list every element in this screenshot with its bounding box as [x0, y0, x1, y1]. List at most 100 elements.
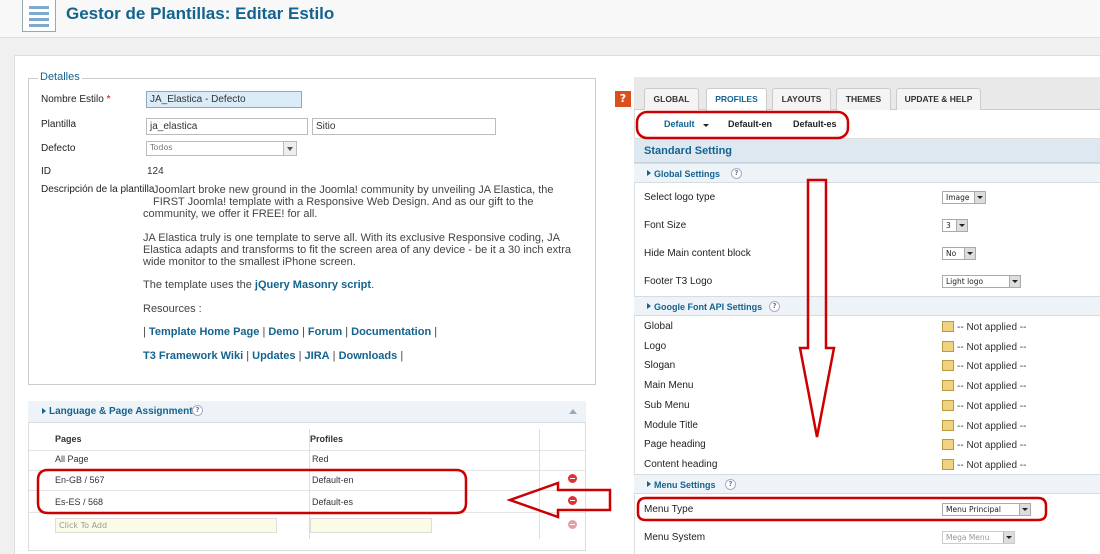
- tab-layouts[interactable]: LAYOUTS: [772, 88, 831, 110]
- chevron-down-icon: [1009, 276, 1020, 287]
- google-font-header[interactable]: Google Font API Settings ?: [634, 296, 1100, 316]
- table-row[interactable]: En-GB / 567 Default-en: [29, 469, 585, 491]
- caret-right-icon: [647, 303, 651, 309]
- edit-icon[interactable]: [942, 400, 954, 411]
- menu-type-select[interactable]: Menu Principal: [942, 503, 1031, 516]
- google-font-label: Content heading: [644, 459, 718, 470]
- google-font-label: Module Title: [644, 420, 698, 431]
- help-icon[interactable]: ?: [192, 405, 203, 416]
- description-p2: JA Elastica truly is one template to ser…: [143, 232, 572, 268]
- chevron-down-icon: [974, 192, 985, 203]
- google-font-value[interactable]: -- Not applied --: [942, 420, 1026, 432]
- standard-setting-header: Standard Setting: [634, 139, 1100, 163]
- google-font-value[interactable]: -- Not applied --: [942, 341, 1026, 353]
- description-label: Descripción de la plantilla: [41, 184, 155, 195]
- google-font-value[interactable]: -- Not applied --: [942, 321, 1026, 333]
- page-header: Gestor de Plantillas: Editar Estilo: [0, 0, 1100, 38]
- template-input[interactable]: ja_elastica: [146, 118, 308, 135]
- tab-global[interactable]: GLOBAL: [644, 88, 699, 110]
- table-row[interactable]: Es-ES / 568 Default-es: [29, 491, 585, 513]
- chevron-down-icon: [701, 120, 712, 131]
- profile-default-en[interactable]: Default-en: [728, 119, 772, 129]
- col-profiles-header: Profiles: [310, 434, 344, 444]
- profile-default-es[interactable]: Default-es: [793, 119, 837, 129]
- edit-icon[interactable]: [942, 321, 954, 332]
- menu-settings-header[interactable]: Menu Settings ?: [634, 474, 1100, 494]
- footer-logo-label: Footer T3 Logo: [644, 276, 713, 287]
- caret-right-icon: [647, 170, 651, 176]
- help-icon[interactable]: ?: [615, 91, 631, 107]
- help-icon[interactable]: ?: [769, 301, 780, 312]
- template-client-input[interactable]: Sitio: [312, 118, 496, 135]
- collapse-icon[interactable]: [569, 409, 577, 414]
- google-font-value[interactable]: -- Not applied --: [942, 380, 1026, 392]
- id-label: ID: [41, 166, 51, 177]
- add-page-input[interactable]: Click To Add: [55, 518, 277, 533]
- delete-icon[interactable]: [568, 474, 577, 483]
- jquery-masonry-link[interactable]: jQuery Masonry script: [255, 279, 371, 291]
- forum-link[interactable]: Forum: [308, 326, 342, 338]
- hide-main-select[interactable]: No: [942, 247, 976, 260]
- help-icon[interactable]: ?: [725, 479, 736, 490]
- edit-icon[interactable]: [942, 459, 954, 470]
- template-manager-icon: [22, 0, 56, 32]
- font-size-label: Font Size: [644, 220, 687, 231]
- tab-profiles[interactable]: PROFILES: [706, 88, 767, 111]
- edit-icon[interactable]: [942, 380, 954, 391]
- chevron-down-icon: [964, 248, 975, 259]
- jira-link[interactable]: JIRA: [305, 350, 330, 362]
- profile-default[interactable]: Default: [664, 119, 695, 129]
- google-font-value[interactable]: -- Not applied --: [942, 439, 1026, 451]
- google-font-label: Sub Menu: [644, 400, 690, 411]
- caret-right-icon: [42, 408, 46, 414]
- help-icon[interactable]: ?: [731, 168, 742, 179]
- google-font-label: Logo: [644, 341, 667, 352]
- footer-logo-select[interactable]: Light logo: [942, 275, 1021, 288]
- chevron-down-icon: [956, 220, 967, 231]
- google-font-label: Slogan: [644, 360, 676, 371]
- logo-type-label: Select logo type: [644, 192, 716, 203]
- default-label: Defecto: [41, 143, 76, 154]
- logo-type-select[interactable]: Image: [942, 191, 986, 204]
- documentation-link[interactable]: Documentation: [351, 326, 431, 338]
- delete-icon[interactable]: [568, 496, 577, 505]
- global-settings-header[interactable]: Global Settings ?: [634, 163, 1100, 183]
- edit-icon[interactable]: [942, 439, 954, 450]
- edit-icon[interactable]: [942, 420, 954, 431]
- google-font-label: Main Menu: [644, 380, 694, 391]
- google-font-label: Global: [644, 321, 673, 332]
- resource-links-row1: | Template Home Page | Demo | Forum | Do…: [143, 326, 438, 338]
- downloads-link[interactable]: Downloads: [339, 350, 398, 362]
- table-header-row: Pages Profiles: [29, 429, 585, 451]
- demo-link[interactable]: Demo: [268, 326, 299, 338]
- tab-update-help[interactable]: UPDATE & HELP: [896, 88, 981, 110]
- language-assignments-header[interactable]: Language & Page Assignments ?: [28, 401, 586, 423]
- description-p3: The template uses the jQuery Masonry scr…: [143, 279, 375, 291]
- caret-right-icon: [647, 481, 651, 487]
- menu-system-select[interactable]: Mega Menu: [942, 531, 1015, 544]
- hide-main-label: Hide Main content block: [644, 248, 751, 259]
- edit-icon[interactable]: [942, 360, 954, 371]
- description-p1: Joomlart broke new ground in the Joomla!…: [143, 184, 554, 220]
- updates-link[interactable]: Updates: [252, 350, 295, 362]
- default-select[interactable]: Todos: [146, 141, 297, 156]
- col-pages-header: Pages: [55, 434, 82, 444]
- chevron-down-icon: [1003, 532, 1014, 543]
- font-size-select[interactable]: 3: [942, 219, 968, 232]
- table-row[interactable]: All Page Red: [29, 449, 585, 471]
- google-font-label: Page heading: [644, 439, 706, 450]
- delete-icon[interactable]: [568, 520, 577, 529]
- details-legend: Detalles: [38, 71, 82, 83]
- style-name-input[interactable]: JA_Elastica - Defecto: [146, 91, 302, 108]
- resources-label: Resources :: [143, 303, 202, 315]
- profile-dropdown[interactable]: [700, 120, 712, 131]
- google-font-value[interactable]: -- Not applied --: [942, 459, 1026, 471]
- google-font-value[interactable]: -- Not applied --: [942, 360, 1026, 372]
- google-font-value[interactable]: -- Not applied --: [942, 400, 1026, 412]
- edit-icon[interactable]: [942, 341, 954, 352]
- tab-themes[interactable]: THEMES: [836, 88, 891, 110]
- template-home-link[interactable]: Template Home Page: [149, 326, 259, 338]
- template-label: Plantilla: [41, 119, 77, 130]
- add-profile-input[interactable]: [310, 518, 432, 533]
- t3-wiki-link[interactable]: T3 Framework Wiki: [143, 350, 243, 362]
